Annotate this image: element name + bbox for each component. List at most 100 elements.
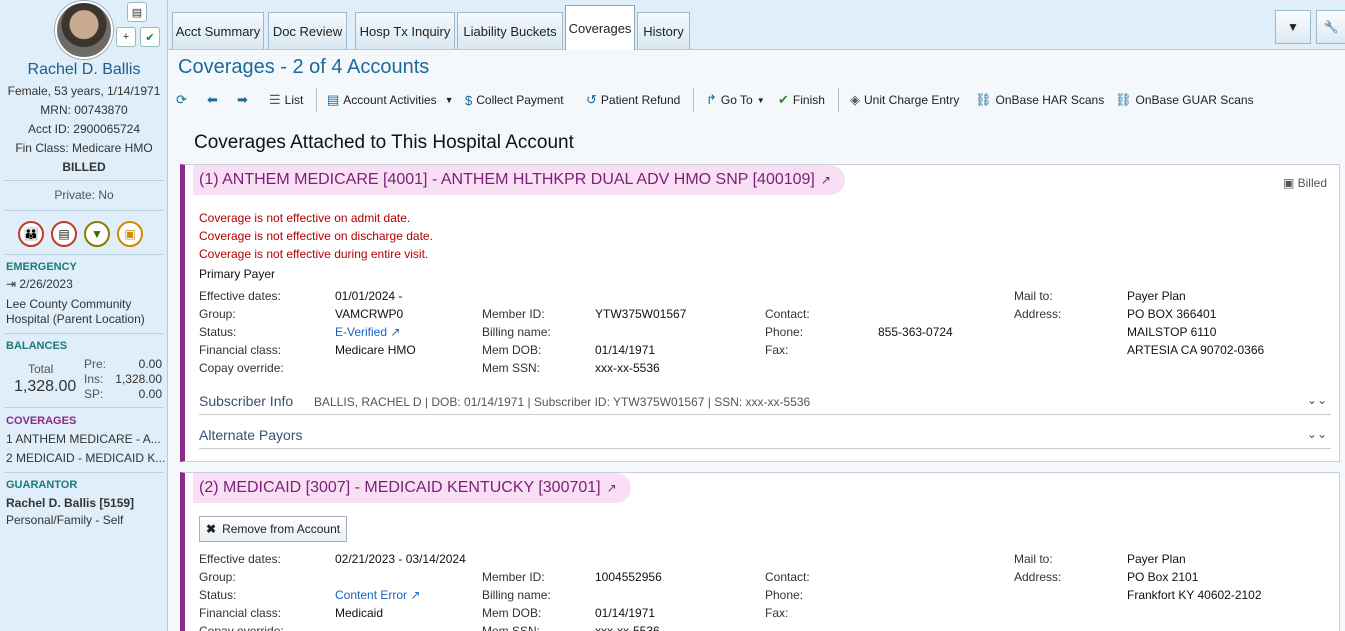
list-label: List	[284, 93, 304, 107]
subscriber-info-summary: BALLIS, RACHEL D | DOB: 01/14/1971 | Sub…	[314, 395, 811, 409]
admit-date: ⇥ 2/26/2023	[6, 277, 73, 291]
chevron-down-icon: ▼	[444, 95, 454, 105]
document-icon[interactable]: ▤	[51, 221, 77, 247]
pre-label: Pre:	[84, 357, 107, 371]
status-link[interactable]: Content Error ↗	[335, 588, 420, 602]
chevron-down-icon: ▼	[1287, 20, 1299, 34]
coverage-link[interactable]: 1 ANTHEM MEDICARE - A...	[6, 432, 161, 446]
divider	[4, 180, 164, 181]
onbase-har-button[interactable]: ⛓ OnBase HAR Scans	[975, 91, 1104, 109]
previous-button[interactable]: ⬅	[207, 91, 222, 109]
member-id-label: Member ID:	[482, 570, 545, 584]
phone-value: 855-363-0724	[878, 325, 953, 339]
mem-dob-label: Mem DOB:	[482, 606, 542, 620]
onbase-har-label: OnBase HAR Scans	[995, 93, 1105, 107]
finish-button[interactable]: ✔ Finish	[778, 91, 825, 109]
tab-doc-review[interactable]: Doc Review	[268, 12, 347, 49]
member-id: YTW375W01567	[595, 307, 687, 321]
external-link-icon: ↗	[606, 481, 617, 495]
group-label: Group:	[199, 307, 236, 321]
balances-header: BALANCES	[6, 340, 68, 352]
tab-history[interactable]: History	[637, 12, 690, 49]
billed-text: Billed	[1297, 176, 1327, 190]
address-line: PO Box 2101	[1127, 570, 1199, 584]
onbase-guar-button[interactable]: ⛓ OnBase GUAR Scans	[1115, 91, 1254, 109]
family-icon[interactable]: 👪	[18, 221, 44, 247]
subscriber-info-section[interactable]: Subscriber Info BALLIS, RACHEL D | DOB: …	[199, 393, 1331, 415]
tab-liability-buckets[interactable]: Liability Buckets	[457, 12, 563, 49]
billing-name-label: Billing name:	[482, 588, 551, 602]
tab-coverages[interactable]: Coverages	[565, 5, 635, 50]
tab-acct-summary[interactable]: Acct Summary	[172, 12, 264, 49]
unit-charge-label: Unit Charge Entry	[864, 93, 960, 107]
alternate-payors-section[interactable]: Alternate Payors ⌄⌄	[199, 427, 1331, 449]
onbase-guar-label: OnBase GUAR Scans	[1135, 93, 1254, 107]
collect-payment-button[interactable]: $ Collect Payment	[465, 91, 564, 109]
divider	[838, 88, 839, 112]
account-activities-button[interactable]: ▤ Account Activities ▼	[327, 91, 454, 109]
phone-label: Phone:	[765, 588, 804, 602]
status-label: Status:	[199, 325, 237, 339]
effective-dates: 02/21/2023 - 03/14/2024	[335, 552, 466, 566]
divider	[316, 88, 317, 112]
go-to-label: Go To	[720, 93, 753, 107]
tab-menu-button[interactable]: ▼	[1275, 10, 1311, 44]
payment-icon: $	[465, 92, 473, 108]
coverage-2-title[interactable]: (2) MEDICAID [3007] - MEDICAID KENTUCKY …	[193, 473, 631, 503]
divider	[4, 407, 164, 408]
mem-ssn-label: Mem SSN:	[482, 361, 541, 375]
financial-class-label: Financial class:	[199, 343, 282, 357]
arrow-left-icon: ⬅	[207, 92, 218, 107]
list-button[interactable]: ☰ List	[269, 91, 303, 109]
link-icon: ⛓	[975, 92, 992, 107]
patient-demographics: Female, 53 years, 1/14/1971	[7, 84, 161, 98]
filter-icon[interactable]: ▼	[84, 221, 110, 247]
sp-balance: 0.00	[138, 387, 162, 401]
divider	[4, 333, 164, 334]
guarantor-name[interactable]: Rachel D. Ballis [5159]	[6, 496, 134, 510]
refresh-button[interactable]: ⟳	[176, 91, 191, 109]
collect-payment-label: Collect Payment	[476, 93, 564, 107]
divider	[4, 254, 164, 255]
billing-name-label: Billing name:	[482, 325, 551, 339]
avatar[interactable]	[55, 1, 113, 59]
patient-refund-label: Patient Refund	[600, 93, 681, 107]
coverage-1-title[interactable]: (1) ANTHEM MEDICARE [4001] - ANTHEM HLTH…	[193, 165, 845, 195]
folders-icon[interactable]: ▣	[117, 221, 143, 247]
checklist-icon[interactable]: ✔	[140, 27, 160, 47]
external-link-icon: ↗	[820, 173, 831, 187]
coverage-2-title-text: (2) MEDICAID [3007] - MEDICAID KENTUCKY …	[199, 479, 601, 496]
sp-label: SP:	[84, 387, 104, 401]
copay-override-label: Copay override:	[199, 624, 284, 631]
tab-hosp-tx-inquiry[interactable]: Hosp Tx Inquiry	[355, 12, 455, 49]
financial-class-value: Medicare HMO	[335, 343, 416, 357]
member-id: 1004552956	[595, 570, 662, 584]
mem-dob: 01/14/1971	[595, 343, 656, 357]
remove-from-account-button[interactable]: ✖ Remove from Account	[199, 516, 348, 542]
tab-bar: Acct Summary Doc Review Hosp Tx Inquiry …	[168, 0, 1345, 50]
go-to-button[interactable]: ↱ Go To ▼	[706, 91, 765, 109]
expand-chevron-icon[interactable]: ⌄⌄	[1307, 427, 1327, 441]
member-id-label: Member ID:	[482, 307, 545, 321]
address-line: Frankfort KY 40602-2102	[1127, 588, 1262, 602]
guarantor-header: GUARANTOR	[6, 479, 78, 491]
patient-refund-button[interactable]: ↺ Patient Refund	[586, 91, 680, 109]
billed-badge: ▣ Billed	[1283, 176, 1327, 190]
coverage-link[interactable]: 2 MEDICAID - MEDICAID K...	[6, 451, 165, 465]
coverage-error: Coverage is not effective during entire …	[199, 247, 429, 261]
status-text: E-Verified	[335, 325, 388, 339]
unit-charge-entry-button[interactable]: ◈ Unit Charge Entry	[850, 91, 959, 109]
status-link[interactable]: E-Verified ↗	[335, 325, 400, 339]
add-document-icon[interactable]: +	[116, 27, 136, 47]
next-button[interactable]: ➡	[237, 91, 252, 109]
primary-payer-label: Primary Payer	[199, 267, 276, 281]
address-line: PO BOX 366401	[1127, 307, 1217, 321]
expand-chevron-icon[interactable]: ⌄⌄	[1307, 393, 1327, 407]
link-icon: ⛓	[1115, 92, 1132, 107]
tools-button[interactable]: 🔧	[1316, 10, 1345, 44]
location: Lee County Community Hospital (Parent Lo…	[6, 297, 145, 326]
contact-label: Contact:	[765, 307, 810, 321]
status-label: Status:	[199, 588, 237, 602]
notes-icon[interactable]: ▤	[127, 2, 147, 22]
fax-label: Fax:	[765, 606, 789, 620]
